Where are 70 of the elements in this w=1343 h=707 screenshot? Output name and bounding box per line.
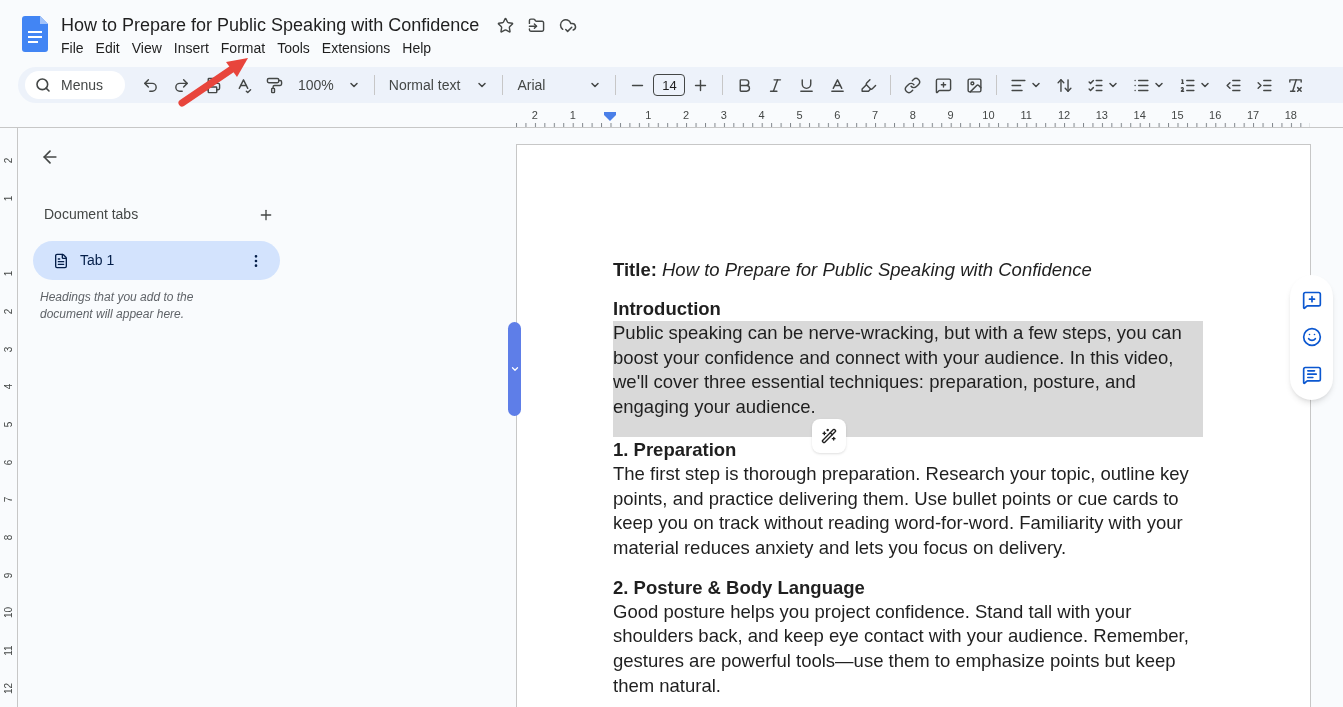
ruler-label: 2 xyxy=(531,109,538,121)
menu-item[interactable]: View xyxy=(125,39,168,57)
collapse-handle[interactable] xyxy=(508,322,521,416)
sidebar-hint: Headings that you add to the document will appear here. xyxy=(40,289,195,323)
ruler-label: 1 xyxy=(2,195,15,202)
ruler-label: 1 xyxy=(569,109,576,121)
ruler-label: 15 xyxy=(1171,109,1184,121)
ruler-label: 7 xyxy=(2,497,15,503)
style-dropdown[interactable]: Normal text xyxy=(380,74,497,96)
paragraph: Good posture helps you project confidence. Stand tall with your shoulders back, and keep eye contact with your audience. Remember, gestures are powerful tools—use them to emphasize points but keep them natural. xyxy=(613,599,1190,698)
ruler-label: 4 xyxy=(2,384,15,390)
ruler-label: 5 xyxy=(2,421,15,428)
ruler-label: 6 xyxy=(834,109,841,121)
edit-wand-icon[interactable] xyxy=(812,418,846,453)
ruler-label: 3 xyxy=(2,346,15,352)
ruler-label: 7 xyxy=(872,109,879,121)
emoji-icon[interactable] xyxy=(1301,327,1322,348)
tab-label: Tab 1 xyxy=(80,251,116,270)
ruler-label: 2 xyxy=(2,158,15,164)
ruler-label: 1 xyxy=(645,109,652,121)
ruler-label: 9 xyxy=(947,109,954,121)
ruler-label: 9 xyxy=(2,572,15,578)
ruler-label: 2 xyxy=(2,308,15,315)
star-icon[interactable] xyxy=(497,16,515,34)
search-field[interactable]: Menus xyxy=(25,71,125,99)
ruler-label: 5 xyxy=(796,109,803,121)
section-heading: Introduction xyxy=(613,297,722,321)
document-icon xyxy=(53,252,69,269)
cloud-status-icon[interactable] xyxy=(559,16,578,34)
ruler-label: 14 xyxy=(1133,109,1146,121)
ruler-label: 1 xyxy=(2,271,15,277)
ruler-label: 18 xyxy=(1284,109,1297,121)
ruler-label: 4 xyxy=(758,109,765,121)
search-icon xyxy=(35,77,51,93)
add-comment-icon[interactable] xyxy=(1301,289,1322,310)
zoom-dropdown[interactable]: 100% xyxy=(290,74,368,96)
paragraph: The first step is thorough preparation. Research your topic, outline key points, and practice delivering them. Use bullet points or cue cards to keep you on track without reading word-for-word. Familiarity with your material reduces anxiety and lets you focus on delivery. xyxy=(613,461,1190,560)
ruler-label: 10 xyxy=(982,109,995,121)
pointer-arrow xyxy=(178,58,248,107)
ruler-label: 8 xyxy=(2,534,15,541)
ruler-label: 11 xyxy=(2,645,15,656)
docs-logo-icon[interactable] xyxy=(22,16,48,52)
menu-item[interactable]: Format xyxy=(214,39,272,57)
section-heading: 2. Posture & Body Language xyxy=(613,575,866,600)
ruler-label: 12 xyxy=(2,682,15,694)
menu-item[interactable]: Insert xyxy=(167,39,215,57)
ruler-label: 8 xyxy=(909,109,916,121)
move-folder-icon[interactable] xyxy=(528,16,546,34)
menu-item[interactable]: Help xyxy=(396,39,438,57)
ruler-label: 17 xyxy=(1246,109,1260,121)
menu-item[interactable]: Extensions xyxy=(315,39,397,57)
document-tab[interactable]: Tab 1 xyxy=(33,241,280,280)
paragraph: Public speaking can be nerve-wracking, but with a few steps, you can boost your confidence and connect with your audience. In this video, we'll cover three essential techniques: preparation, posture, and engaging your audience. xyxy=(613,321,1203,437)
ruler-label: 10 xyxy=(2,607,15,619)
document-title[interactable]: How to Prepare for Public Speaking with Confidence xyxy=(61,14,480,36)
section-heading: 1. Preparation xyxy=(613,437,738,462)
menu-item[interactable]: Edit xyxy=(89,39,126,57)
menu-item[interactable]: Tools xyxy=(271,39,316,57)
ruler-label: 11 xyxy=(1020,109,1032,121)
font-dropdown[interactable]: Arial xyxy=(509,74,610,96)
document-title-line: Title: How to Prepare for Public Speaking with Confidence xyxy=(613,258,1093,282)
sidebar-heading: Document tabs xyxy=(44,205,139,224)
ruler-label: 12 xyxy=(1057,109,1071,121)
ruler-label: 6 xyxy=(2,459,15,465)
ruler-label: 16 xyxy=(1209,109,1222,121)
ruler-label: 3 xyxy=(720,109,727,121)
font-size-field[interactable]: 14 xyxy=(653,74,686,96)
menu-item[interactable]: File xyxy=(55,39,90,57)
ruler-label: 13 xyxy=(1095,109,1108,121)
ruler-label: 2 xyxy=(683,109,690,121)
